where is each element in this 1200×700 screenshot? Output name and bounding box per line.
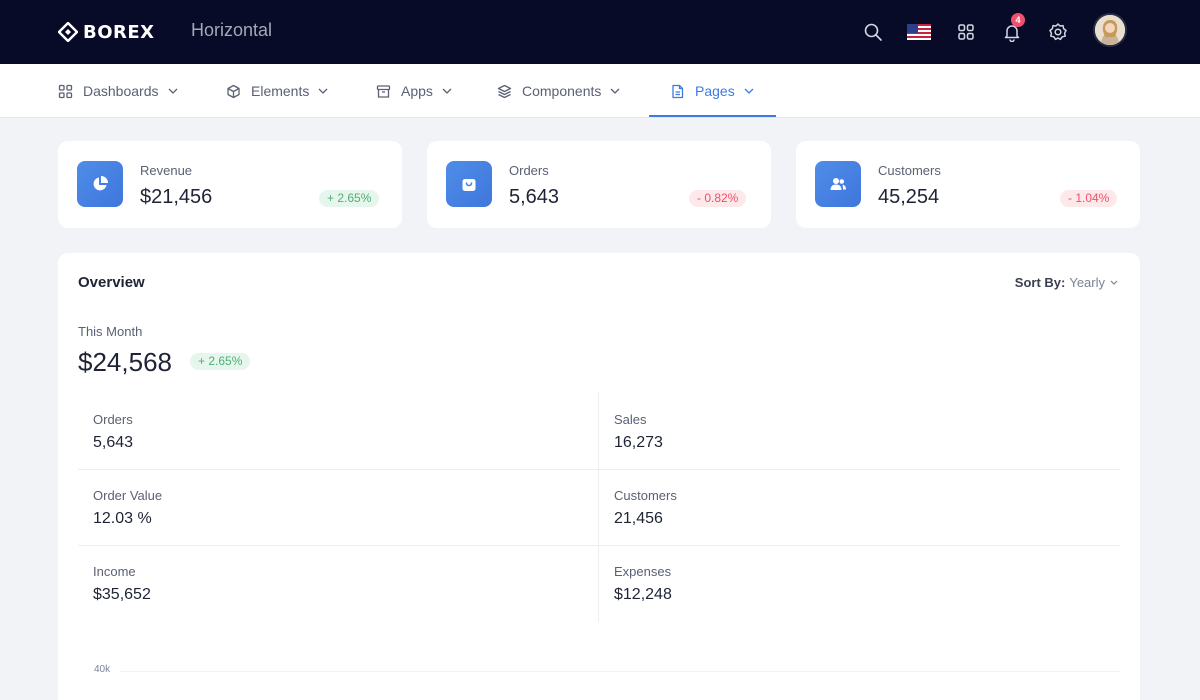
metrics-divider <box>78 469 1120 470</box>
pie-chart-icon <box>77 161 123 207</box>
metric-value: 16,273 <box>614 434 663 451</box>
metric-label: Customers <box>614 488 677 503</box>
nav-label: Apps <box>401 83 433 99</box>
nav-pages[interactable]: Pages <box>670 64 754 118</box>
brand-logo[interactable]: BOREX <box>57 18 155 46</box>
diamond-logo-icon <box>57 21 79 43</box>
nav-label: Pages <box>695 83 735 99</box>
chevron-down-icon <box>610 88 620 94</box>
dashboard-grid-icon <box>58 84 73 99</box>
metric-value: $12,248 <box>614 586 672 603</box>
brand-name: BOREX <box>83 21 155 43</box>
metric-value: $35,652 <box>93 586 151 603</box>
nav-label: Dashboards <box>83 83 159 99</box>
chevron-down-icon <box>168 88 178 94</box>
this-month-value: $24,568 <box>78 347 172 377</box>
metric-label: Orders <box>93 412 133 427</box>
change-badge: - 0.82% <box>689 190 747 207</box>
chevron-down-icon <box>318 88 328 94</box>
horizontal-nav: Dashboards Elements Apps Components Page… <box>0 64 1200 118</box>
nav-label: Components <box>522 83 602 99</box>
stat-value: 5,643 <box>509 186 560 208</box>
stat-label: Customers <box>878 163 941 178</box>
this-month-label: This Month <box>78 324 143 339</box>
us-flag-icon[interactable] <box>904 17 934 47</box>
apps-grid-icon[interactable] <box>951 17 981 47</box>
stat-value: 45,254 <box>878 186 940 208</box>
active-tab-indicator <box>649 115 776 117</box>
search-icon[interactable] <box>858 17 888 47</box>
sort-label: Sort By: <box>1014 275 1066 290</box>
stat-label: Revenue <box>140 163 193 178</box>
chevron-down-icon <box>442 88 452 94</box>
metric-value: 12.03 % <box>93 510 152 527</box>
user-avatar[interactable] <box>1093 13 1127 47</box>
shopping-bag-icon <box>446 161 492 207</box>
metric-label: Income <box>93 564 136 579</box>
change-badge: - 1.04% <box>1060 190 1118 207</box>
layout-title: Horizontal <box>191 20 273 40</box>
metric-label: Expenses <box>614 564 672 579</box>
chevron-down-icon <box>744 88 754 94</box>
overview-title: Overview <box>78 274 145 291</box>
sort-value: Yearly <box>1069 275 1105 290</box>
stat-card-customers: Customers 45,254 - 1.04% <box>796 141 1140 228</box>
metric-value: 21,456 <box>614 510 663 527</box>
chart-y-tick: 40k <box>94 664 111 675</box>
change-badge: + 2.65% <box>319 190 380 207</box>
metrics-divider <box>78 545 1120 546</box>
metric-value: 5,643 <box>93 434 134 451</box>
overview-card: Overview Sort By: Yearly This Month $24,… <box>58 253 1140 700</box>
sort-dropdown[interactable]: Sort By: Yearly <box>1015 275 1118 290</box>
archive-box-icon <box>376 84 391 99</box>
stat-card-revenue: Revenue $21,456 + 2.65% <box>58 141 402 228</box>
change-badge: + 2.65% <box>190 353 251 370</box>
nav-elements[interactable]: Elements <box>226 64 328 118</box>
layers-icon <box>497 84 512 99</box>
nav-dashboards[interactable]: Dashboards <box>58 64 178 118</box>
nav-components[interactable]: Components <box>497 64 620 118</box>
stat-value: $21,456 <box>140 186 213 208</box>
chart-gridline <box>120 671 1120 672</box>
top-bar: BOREX Horizontal 4 <box>0 0 1200 64</box>
metric-label: Sales <box>614 412 647 427</box>
file-icon <box>670 84 685 99</box>
users-icon <box>815 161 861 207</box>
chevron-down-icon <box>1110 280 1118 285</box>
notification-badge: 4 <box>1011 13 1025 27</box>
nav-label: Elements <box>251 83 310 99</box>
metric-label: Order Value <box>93 488 163 503</box>
stat-card-orders: Orders 5,643 - 0.82% <box>427 141 771 228</box>
stat-label: Orders <box>509 163 549 178</box>
settings-gear-icon[interactable] <box>1043 17 1073 47</box>
cube-icon <box>226 84 241 99</box>
nav-apps[interactable]: Apps <box>376 64 452 118</box>
metrics-divider <box>598 392 599 622</box>
